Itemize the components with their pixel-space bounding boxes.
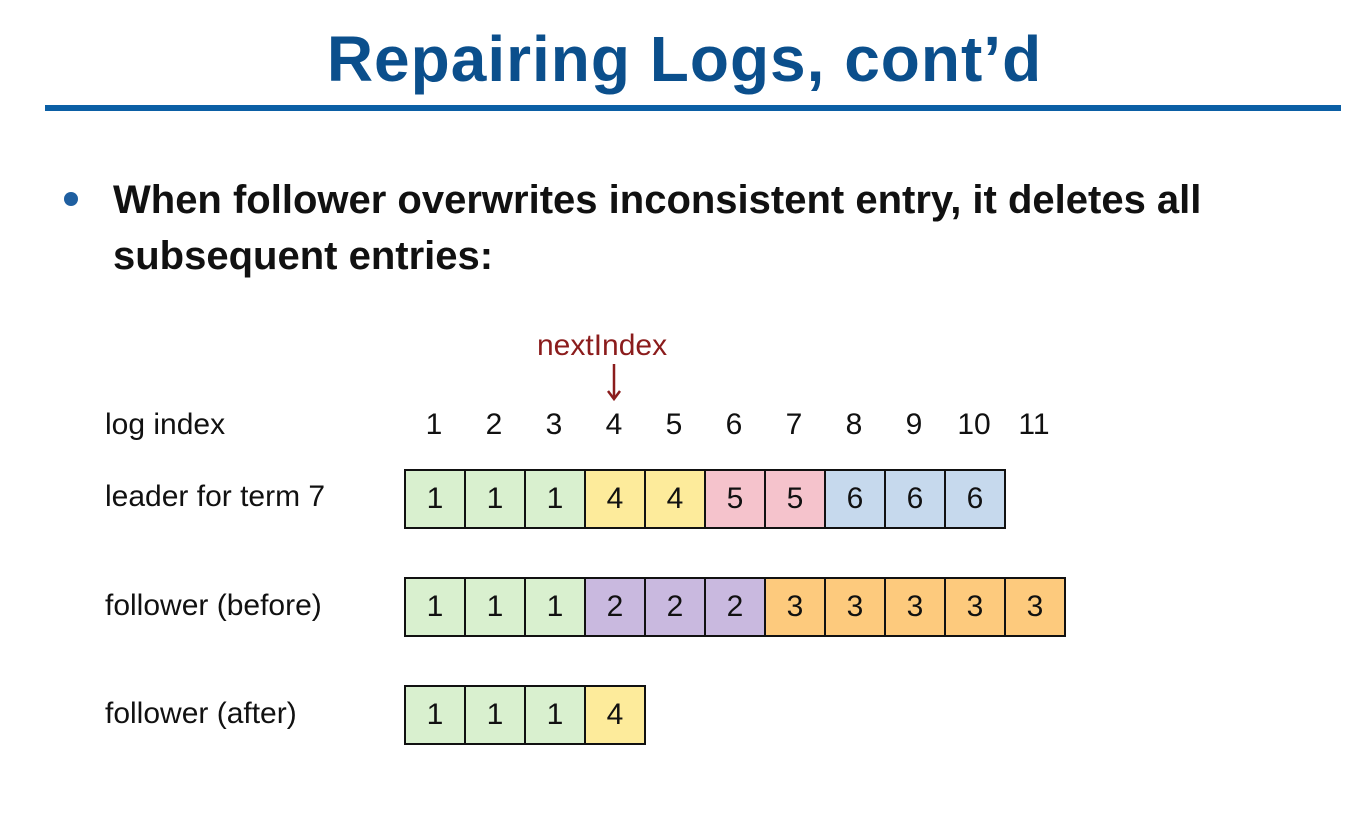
log-index-number: 11	[1018, 408, 1050, 441]
log-entry: 1	[406, 687, 466, 743]
log-index-number: 2	[485, 408, 503, 441]
log-entry: 1	[406, 471, 466, 527]
bullet-icon	[64, 192, 78, 206]
log-entry: 2	[706, 579, 766, 635]
log-entry: 1	[466, 579, 526, 635]
follower-after-label: follower (after)	[105, 697, 297, 730]
follower-before-label: follower (before)	[105, 589, 322, 622]
log-index-number: 4	[605, 408, 623, 441]
log-entry: 1	[406, 579, 466, 635]
log-entry: 1	[466, 687, 526, 743]
log-entry: 6	[946, 471, 1006, 527]
slide-title: Repairing Logs, cont’d	[326, 23, 1043, 95]
log-entry: 6	[826, 471, 886, 527]
log-entry: 3	[766, 579, 826, 635]
log-entry: 5	[766, 471, 826, 527]
next-index-label: nextIndex	[537, 329, 668, 362]
bullet-text: When follower overwrites inconsistent en…	[113, 178, 1202, 278]
log-index-label: log index	[105, 408, 226, 441]
log-entry: 4	[586, 471, 646, 527]
log-entry: 1	[526, 471, 586, 527]
log-entry: 5	[706, 471, 766, 527]
follower-before-log: 11122233333	[404, 577, 1066, 637]
log-index-number: 9	[905, 408, 923, 441]
log-entry: 1	[526, 687, 586, 743]
follower-after-log: 1114	[404, 685, 646, 745]
log-index-number: 3	[545, 408, 563, 441]
log-index-number: 1	[425, 408, 443, 441]
log-entry: 3	[826, 579, 886, 635]
log-entry: 2	[646, 579, 706, 635]
log-entry: 4	[586, 687, 646, 743]
log-entry: 1	[526, 579, 586, 635]
down-arrow-icon	[607, 364, 621, 402]
log-index-number: 7	[785, 408, 803, 441]
log-index-number: 10	[957, 408, 991, 441]
leader-label: leader for term 7	[105, 480, 326, 513]
log-index-number: 8	[845, 408, 863, 441]
title-divider	[45, 105, 1341, 111]
log-entry: 6	[886, 471, 946, 527]
log-entry: 3	[946, 579, 1006, 635]
log-entry: 1	[466, 471, 526, 527]
log-entry: 2	[586, 579, 646, 635]
log-entry: 4	[646, 471, 706, 527]
log-index-number: 6	[725, 408, 743, 441]
log-entry: 3	[886, 579, 946, 635]
log-entry: 3	[1006, 579, 1066, 635]
leader-log: 1114455666	[404, 469, 1006, 529]
log-index-number: 5	[665, 408, 683, 441]
